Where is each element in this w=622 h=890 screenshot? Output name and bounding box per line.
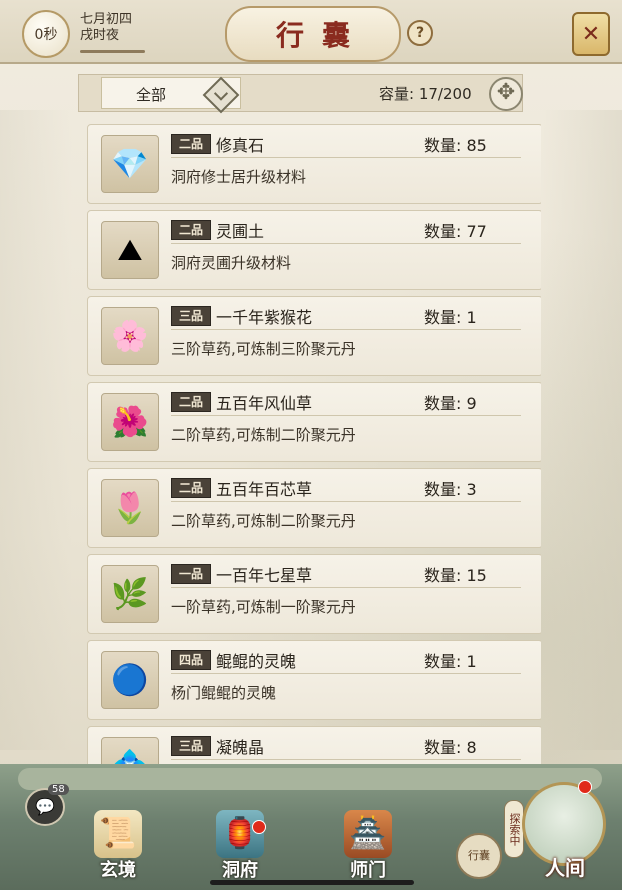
timer-badge: 0秒 [22,10,70,58]
item-list[interactable]: 💎 二品 修真石 数量: 85 洞府修士居升级材料 ⛰ 二品 灵圃土 数量: 7… [87,118,541,768]
date-display: 七月初四 戌时夜 [80,12,132,44]
chat-icon: 💬 [35,797,55,816]
divider [171,759,521,760]
soil-icon: ⛰ [101,221,159,279]
item-name: 修真石 [216,136,265,155]
time-progress-bar [80,50,145,53]
item-description: 杨门鲲鲲的灵魄 [171,684,277,702]
nav-dongfu[interactable]: 🏮 洞府 [202,810,278,882]
blue-orb-icon: 🔵 [101,651,159,709]
item-description: 三阶草药,可炼制三阶聚元丹 [171,340,356,358]
lantern-icon: 🏮 [216,810,264,858]
list-item[interactable]: 🔵 四品 鲲鲲的灵魄 数量: 1 杨门鲲鲲的灵魄 [87,640,541,720]
nav-shimen[interactable]: 🏯 师门 [330,810,406,882]
date-line-1: 七月初四 [80,12,133,27]
grade-badge: 三品 [171,306,211,326]
filter-bar: 全部 容量: 17/200 ✥ [78,74,523,114]
date-line-2: 戌时夜 [80,28,120,43]
grade-badge: 三品 [171,736,211,756]
item-name: 五百年风仙草 [216,394,313,413]
page-title: 行囊 [275,19,368,52]
divider [171,587,521,588]
grade-badge: 二品 [171,134,211,154]
crystal-icon: 💎 [101,135,159,193]
grade-badge: 一品 [171,564,211,584]
question-icon: ? [415,25,425,41]
title-plaque: 行囊 [225,6,401,62]
item-description: 二阶草药,可炼制二阶聚元丹 [171,426,356,444]
red-flower-icon: 🌺 [101,393,159,451]
nav-dongfu-label: 洞府 [222,860,258,881]
herb-icon: 🌿 [101,565,159,623]
bag-button[interactable]: 行囊 [456,833,502,879]
nav-renjian-label: 人间 [545,856,585,880]
exploring-status: 探索中 [504,800,524,858]
grade-badge: 四品 [171,650,211,670]
item-name: 五百年百芯草 [216,480,313,499]
divider [171,157,521,158]
item-name: 一百年七星草 [216,566,313,585]
home-indicator [210,880,414,885]
list-item[interactable]: 🌷 二品 五百年百芯草 数量: 3 二阶草药,可炼制二阶聚元丹 [87,468,541,548]
divider [171,329,521,330]
grade-badge: 二品 [171,392,211,412]
expand-capacity-button[interactable]: ✥ [489,77,523,111]
item-quantity: 数量: 15 [424,566,487,585]
item-quantity: 数量: 85 [424,136,487,155]
bellflower-icon: 🌷 [101,479,159,537]
list-item[interactable]: 🌿 一品 一百年七星草 数量: 15 一阶草药,可炼制一阶聚元丹 [87,554,541,634]
divider [171,501,521,502]
background-right-decoration [542,110,622,750]
item-quantity: 数量: 8 [424,738,477,757]
item-name: 鲲鲲的灵魄 [216,652,297,671]
item-name: 灵圃土 [216,222,265,241]
purple-flower-icon: 🌸 [101,307,159,365]
chat-unread-badge: 58 [48,784,69,795]
category-dropdown[interactable]: 全部 [101,76,241,114]
list-item[interactable]: 🌸 三品 一千年紫猴花 数量: 1 三阶草药,可炼制三阶聚元丹 [87,296,541,376]
item-description: 一阶草药,可炼制一阶聚元丹 [171,598,356,616]
item-description: 二阶草药,可炼制二阶聚元丹 [171,512,356,530]
world-notification-dot [578,780,592,794]
bottom-nav-top-strip [18,768,602,790]
nav-shimen-label: 师门 [350,860,386,881]
scroll-icon: 📜 [94,810,142,858]
background-left-decoration [0,110,72,750]
bag-label: 行囊 [468,849,490,862]
banner-icon: 🏯 [344,810,392,858]
divider [171,673,521,674]
item-quantity: 数量: 9 [424,394,477,413]
plus-icon: ✥ [496,80,516,105]
item-quantity: 数量: 3 [424,480,477,499]
divider [171,243,521,244]
close-icon: ✕ [581,21,601,47]
category-selected-label: 全部 [136,86,167,104]
list-item[interactable]: ⛰ 二品 灵圃土 数量: 77 洞府灵圃升级材料 [87,210,541,290]
item-quantity: 数量: 1 [424,308,477,327]
item-name: 一千年紫猴花 [216,308,313,327]
item-description: 洞府灵圃升级材料 [171,254,292,272]
item-quantity: 数量: 1 [424,652,477,671]
item-description: 洞府修士居升级材料 [171,168,307,186]
capacity-label: 容量: [379,85,415,103]
list-item[interactable]: 💠 三品 凝魄晶 数量: 8 [87,726,541,768]
list-item[interactable]: 💎 二品 修真石 数量: 85 洞府修士居升级材料 [87,124,541,204]
grade-badge: 二品 [171,220,211,240]
nav-xuanjing[interactable]: 📜 玄境 [80,810,156,882]
item-name: 凝魄晶 [216,738,265,757]
nav-xuanjing-label: 玄境 [100,860,136,881]
grade-badge: 二品 [171,478,211,498]
close-button[interactable]: ✕ [572,12,610,56]
capacity-value: 17/200 [418,85,472,103]
divider [171,415,521,416]
capacity-display: 容量: 17/200 [379,83,472,104]
dongfu-notification-dot [252,820,266,834]
item-quantity: 数量: 77 [424,222,487,241]
help-button[interactable]: ? [407,20,433,46]
list-item[interactable]: 🌺 二品 五百年风仙草 数量: 9 二阶草药,可炼制二阶聚元丹 [87,382,541,462]
chevron-down-icon [202,76,240,114]
timer-text: 0秒 [34,27,58,43]
